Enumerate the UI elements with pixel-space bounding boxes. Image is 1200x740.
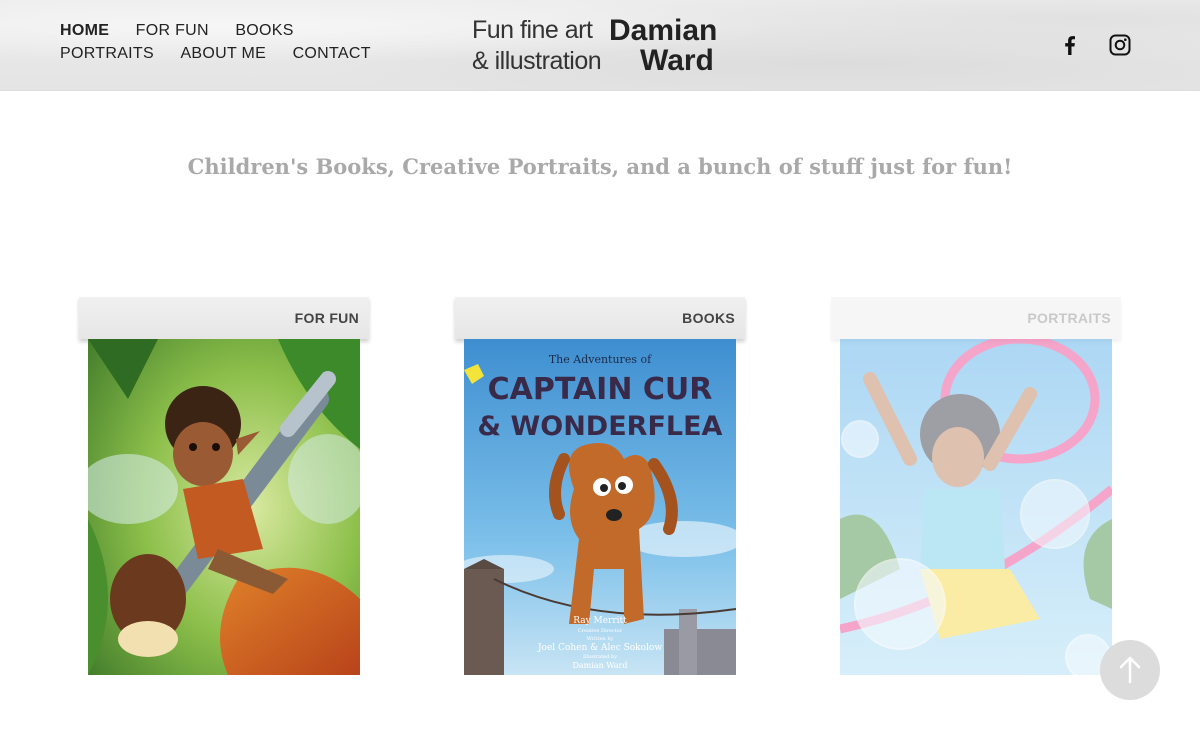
logo-text-ward: Ward (640, 44, 714, 77)
fairy-boy-illustration[interactable] (88, 339, 360, 675)
back-to-top-button[interactable] (1100, 640, 1160, 700)
card-label: PORTRAITS (1027, 310, 1111, 326)
book-subtitle: The Adventures of (549, 353, 652, 366)
site-tagline: Children's Books, Creative Portraits, an… (187, 154, 1013, 179)
book-title-line1: CAPTAIN CUR (488, 372, 713, 407)
arrow-up-icon (1119, 656, 1141, 684)
nav-about-me[interactable]: ABOUT ME (180, 45, 266, 63)
category-card-books[interactable]: BOOKS The Adventures of CAPTAIN CUR & WO… (455, 297, 745, 677)
site-logo[interactable]: Fun fine art & illustration Damian Ward (472, 14, 722, 78)
nav-contact[interactable]: CONTACT (293, 45, 371, 63)
main-nav: HOME FOR FUN BOOKS PORTRAITS ABOUT ME CO… (60, 22, 420, 68)
card-tab: BOOKS (455, 297, 745, 339)
nav-portraits[interactable]: PORTRAITS (60, 45, 154, 63)
nav-home[interactable]: HOME (60, 22, 109, 40)
category-card-portraits[interactable]: PORTRAITS (831, 297, 1121, 677)
card-tab: FOR FUN (79, 297, 369, 339)
book-credit-name: Ray Merritt (573, 616, 627, 626)
logo-text-damian: Damian (609, 14, 718, 47)
book-cover-image[interactable]: The Adventures of CAPTAIN CUR & WONDERFL… (464, 339, 736, 675)
card-tab: PORTRAITS (831, 297, 1121, 339)
nav-for-fun[interactable]: FOR FUN (136, 22, 209, 40)
category-card-for-fun[interactable]: FOR FUN (79, 297, 369, 677)
book-illustrator: Damian Ward (572, 661, 627, 670)
portrait-girl-bubbles-illustration[interactable] (840, 339, 1112, 675)
book-credit-role: Creative Director (578, 628, 623, 634)
logo-text-illustration: & illustration (472, 47, 602, 75)
instagram-icon[interactable] (1108, 33, 1132, 57)
facebook-icon[interactable] (1058, 33, 1082, 57)
book-title-line2: & WONDERFLEA (478, 411, 723, 442)
book-illustrated-by: Illustrated by (583, 654, 617, 660)
book-written-by: Written by (587, 636, 614, 642)
nav-books[interactable]: BOOKS (235, 22, 293, 40)
book-authors: Joel Cohen & Alec Sokolow (537, 643, 662, 653)
logo-text-fun-fine-art: Fun fine art (472, 16, 593, 44)
card-label: FOR FUN (294, 310, 359, 326)
site-header: HOME FOR FUN BOOKS PORTRAITS ABOUT ME CO… (0, 0, 1200, 91)
card-label: BOOKS (682, 310, 735, 326)
